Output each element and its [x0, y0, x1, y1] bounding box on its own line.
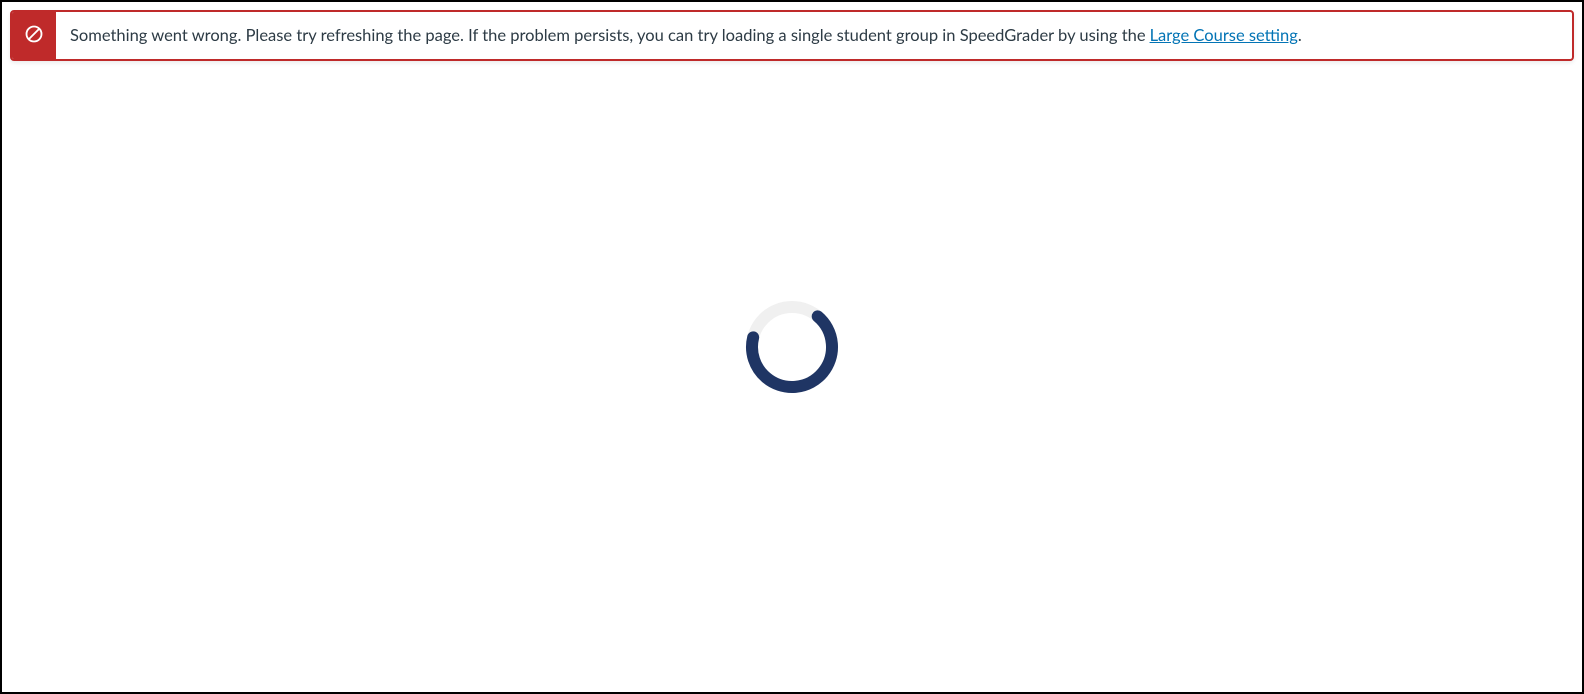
large-course-setting-link[interactable]: Large Course setting: [1150, 24, 1298, 47]
alert-icon-box: [12, 12, 56, 59]
alert-message-after: .: [1298, 24, 1302, 47]
alert-message-before: Something went wrong. Please try refresh…: [70, 24, 1146, 47]
alert-content: Something went wrong. Please try refresh…: [56, 12, 1316, 59]
error-alert: Something went wrong. Please try refresh…: [10, 10, 1574, 61]
spinner-icon: [742, 297, 842, 397]
no-entry-icon: [24, 24, 44, 48]
loading-spinner: [742, 297, 842, 397]
